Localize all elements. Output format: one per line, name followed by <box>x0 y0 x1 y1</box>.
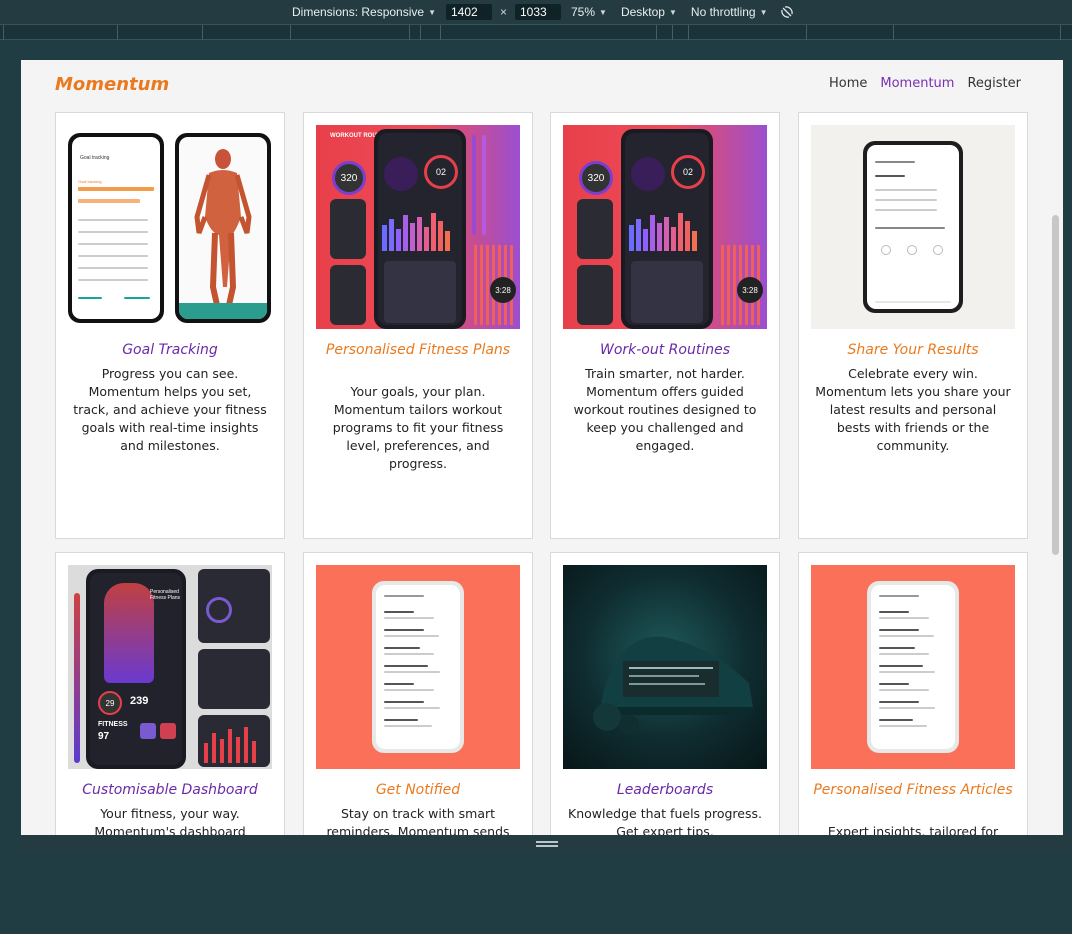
card-title: Customisable Dashboard <box>82 782 258 798</box>
card-title: Get Notified <box>375 782 461 798</box>
goal-tracking-image: Goal tracking Goal tracking <box>68 125 272 329</box>
width-input[interactable]: 1402 <box>445 4 492 20</box>
feature-card-fitness-articles[interactable]: Personalised Fitness Articles Expert ins… <box>798 552 1028 835</box>
site-header: Momentum Home Momentum Register <box>21 60 1049 112</box>
feature-card-get-notified[interactable]: Get Notified Stay on track with smart re… <box>303 552 533 835</box>
card-title: Share Your Results <box>847 342 979 358</box>
calorie-dial: 320 <box>579 161 613 195</box>
workout-routines-image: 320 02 3:28 <box>563 125 767 329</box>
zoom-dropdown[interactable]: 75% ▼ <box>571 5 607 19</box>
feature-card-leaderboards[interactable]: Leaderboards Knowledge that fuels progre… <box>550 552 780 835</box>
calorie-dial: 320 <box>332 161 366 195</box>
feature-card-dashboard[interactable]: Personalised Fitness Plans 29 239 FITNES… <box>55 552 285 835</box>
nav-register[interactable]: Register <box>967 76 1021 91</box>
feature-card-workout-routines[interactable]: 320 02 3:28 Work-out Routines Train smar… <box>550 112 780 539</box>
card-description: Knowledge that fuels progress. Get exper… <box>568 806 762 835</box>
anatomy-figure-icon <box>179 149 267 319</box>
dashboard-dial: 29 <box>98 691 122 715</box>
timer-dial: 3:28 <box>490 277 516 303</box>
feature-card-goal-tracking[interactable]: Goal tracking Goal tracking Goal Trackin… <box>55 112 285 539</box>
card-description: Progress you can see. Momentum helps you… <box>73 366 267 453</box>
main-nav: Home Momentum Register <box>829 76 1021 91</box>
zoom-label: 75% <box>571 5 596 19</box>
feature-card-share-results[interactable]: Share Your Results Celebrate every win. … <box>798 112 1028 539</box>
get-notified-image <box>316 565 520 769</box>
height-input[interactable]: 1033 <box>515 4 561 20</box>
dashboard-plan-label: Personalised Fitness Plans <box>150 589 181 601</box>
chevron-down-icon: ▼ <box>759 7 768 17</box>
devtools-toolbar: Dimensions: Responsive ▼ 1402 × 1033 75%… <box>0 0 1072 24</box>
card-title: Goal Tracking <box>122 342 218 358</box>
viewport-resize-handle[interactable] <box>21 835 1072 853</box>
share-results-image <box>811 125 1015 329</box>
card-title: Personalised Fitness Articles <box>813 782 1013 798</box>
times-sign: × <box>499 5 507 19</box>
fitness-articles-image <box>811 565 1015 769</box>
bar-graph-icon <box>629 213 697 251</box>
dimensions-label: Dimensions: Responsive <box>292 5 425 19</box>
sneaker-icon <box>593 636 753 735</box>
card-title: Work-out Routines <box>599 342 731 358</box>
dimensions-dropdown[interactable]: Dimensions: Responsive ▼ <box>292 5 436 19</box>
progress-dial: 02 <box>671 155 705 189</box>
dashboard-bars-icon <box>204 727 256 763</box>
nav-home[interactable]: Home <box>829 76 867 91</box>
media-query-ruler <box>0 24 1072 40</box>
throttle-dropdown[interactable]: No throttling ▼ <box>691 5 768 19</box>
device-label: Desktop <box>620 5 665 19</box>
card-title: Leaderboards <box>616 782 714 798</box>
page-viewport: Momentum Home Momentum Register Goal tra… <box>21 60 1063 835</box>
feature-card-fitness-plans[interactable]: WORKOUT ROUTINES 320 02 3:28 Personalise… <box>303 112 533 539</box>
card-description: Your goals, your plan. Momentum tailors … <box>332 384 504 471</box>
progress-dial: 02 <box>424 155 458 189</box>
timer-dial: 3:28 <box>737 277 763 303</box>
dashboard-image: Personalised Fitness Plans 29 239 FITNES… <box>68 565 272 769</box>
chevron-down-icon: ▼ <box>428 7 436 17</box>
scrollbar-thumb[interactable] <box>1052 215 1059 555</box>
card-description: Your fitness, your way. Momentum's dashb… <box>94 806 246 835</box>
goal-screen-title: Goal tracking <box>80 155 110 161</box>
leaderboards-image <box>563 565 767 769</box>
card-description: Train smarter, not harder. Momentum offe… <box>573 366 757 453</box>
page-scrollbar[interactable] <box>1049 60 1063 835</box>
site-logo[interactable]: Momentum <box>55 74 169 95</box>
card-title: Personalised Fitness Plans <box>325 342 511 358</box>
rotate-icon <box>780 6 793 18</box>
card-description: Stay on track with smart reminders. Mome… <box>326 806 510 835</box>
fitness-plans-image: WORKOUT ROUTINES 320 02 3:28 <box>316 125 520 329</box>
dashboard-score: 97 <box>98 731 110 742</box>
nav-momentum[interactable]: Momentum <box>880 76 954 91</box>
chevron-down-icon: ▼ <box>599 7 607 17</box>
device-dropdown[interactable]: Desktop ▼ <box>621 5 677 19</box>
goal-progress-label: Goal tracking <box>78 179 102 184</box>
chevron-down-icon: ▼ <box>668 7 677 17</box>
bar-graph-icon <box>382 213 450 251</box>
dashboard-fitness-label: FITNESS <box>98 721 128 728</box>
card-description: Celebrate every win. Momentum lets you s… <box>815 366 1011 453</box>
dashboard-number: 239 <box>130 695 149 707</box>
throttle-label: No throttling <box>690 5 756 19</box>
rotate-button[interactable] <box>780 5 794 19</box>
card-description: Expert insights, tailored for <box>827 824 999 835</box>
